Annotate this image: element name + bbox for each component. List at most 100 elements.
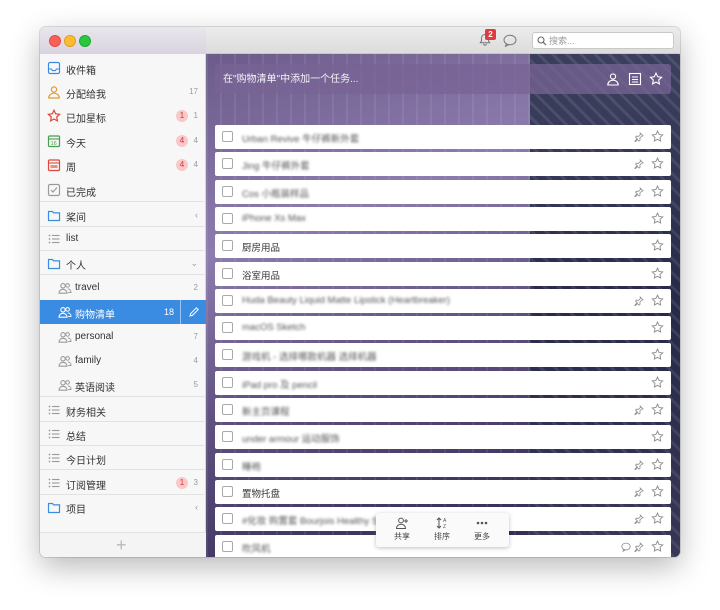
add-list-button[interactable]: +: [116, 536, 127, 554]
task-row[interactable]: 置物托盘: [215, 480, 671, 504]
sidebar-item[interactable]: 购物清单 18: [40, 300, 206, 324]
task-checkbox[interactable]: [222, 377, 233, 388]
share-button[interactable]: 共享: [382, 516, 422, 546]
task-row[interactable]: macOS Sketch: [215, 316, 671, 340]
star-toggle[interactable]: [651, 403, 664, 419]
star-filter-icon[interactable]: [649, 72, 663, 86]
task-title[interactable]: 睡袍: [242, 459, 261, 473]
share-person-icon[interactable]: [606, 72, 620, 86]
task-row[interactable]: 厨房用品: [215, 234, 671, 258]
sidebar-item[interactable]: 已完成: [40, 178, 206, 202]
task-checkbox[interactable]: [222, 349, 233, 360]
chat-bubble-icon[interactable]: [503, 34, 517, 47]
search-box[interactable]: [532, 32, 674, 49]
task-title[interactable]: 吹风机: [242, 541, 271, 555]
task-title[interactable]: under armour 运动服饰: [242, 431, 340, 445]
task-checkbox[interactable]: [222, 486, 233, 497]
star-toggle[interactable]: [651, 130, 664, 146]
task-title[interactable]: 新主页课程: [242, 404, 290, 418]
task-checkbox[interactable]: [222, 295, 233, 306]
star-toggle[interactable]: [651, 321, 664, 337]
star-toggle[interactable]: [651, 512, 664, 528]
star-toggle[interactable]: [651, 267, 664, 283]
task-row[interactable]: iPad pro 及 pencil: [215, 371, 671, 395]
task-row[interactable]: Huda Beauty Liquid Matte Lipstick (Heart…: [215, 289, 671, 313]
task-checkbox[interactable]: [222, 268, 233, 279]
task-checkbox[interactable]: [222, 541, 233, 552]
task-checkbox[interactable]: [222, 431, 233, 442]
task-checkbox[interactable]: [222, 186, 233, 197]
task-row[interactable]: 浴室用品: [215, 262, 671, 286]
close-window-button[interactable]: [49, 35, 61, 47]
sidebar-item[interactable]: 财务相关: [40, 398, 206, 422]
task-title[interactable]: 置物托盘: [242, 486, 280, 500]
task-title[interactable]: macOS Sketch: [242, 322, 305, 333]
task-row[interactable]: Urban Revive 牛仔裤新外套: [215, 125, 671, 149]
star-toggle[interactable]: [651, 185, 664, 201]
sidebar-item[interactable]: 总结: [40, 422, 206, 446]
task-title[interactable]: iPhone Xs Max: [242, 213, 306, 224]
star-toggle[interactable]: [651, 294, 664, 310]
sidebar-item-label: 购物清单: [75, 310, 115, 321]
sidebar-item[interactable]: list: [40, 227, 206, 251]
task-row[interactable]: under armour 运动服饰: [215, 425, 671, 449]
task-checkbox[interactable]: [222, 513, 233, 524]
sidebar-item[interactable]: 项目 ‹: [40, 495, 206, 519]
add-task-input[interactable]: [215, 64, 585, 94]
task-checkbox[interactable]: [222, 240, 233, 251]
task-title[interactable]: 浴室用品: [242, 268, 280, 282]
more-button[interactable]: 更多: [462, 516, 502, 546]
task-title[interactable]: Cos 小瓶装样品: [242, 186, 309, 200]
task-row[interactable]: 游戏机 - 选择哪款机器 选择机器: [215, 343, 671, 367]
star-toggle[interactable]: [651, 239, 664, 255]
star-toggle[interactable]: [651, 540, 664, 556]
chevron-left-icon[interactable]: ‹: [195, 210, 198, 220]
sidebar-item[interactable]: 个人 ⌄: [40, 251, 206, 275]
sidebar-item[interactable]: 已加星标 1 1: [40, 104, 206, 128]
sidebar-item[interactable]: family 4: [40, 349, 206, 373]
task-row[interactable]: 新主页课程: [215, 398, 671, 422]
task-checkbox[interactable]: [222, 322, 233, 333]
sidebar-item[interactable]: 英语阅读 5: [40, 373, 206, 397]
task-title[interactable]: 游戏机 - 选择哪款机器 选择机器: [242, 349, 377, 363]
task-row[interactable]: iPhone Xs Max: [215, 207, 671, 231]
task-checkbox[interactable]: [222, 459, 233, 470]
sidebar-item[interactable]: travel 2: [40, 276, 206, 300]
zoom-window-button[interactable]: [79, 35, 91, 47]
sort-button[interactable]: A Z 排序: [422, 516, 462, 546]
sidebar-item[interactable]: 订阅管理 1 3: [40, 471, 206, 495]
task-checkbox[interactable]: [222, 131, 233, 142]
task-title[interactable]: iPad pro 及 pencil: [242, 377, 317, 391]
task-title[interactable]: 厨房用品: [242, 240, 280, 254]
sidebar-item[interactable]: 收件箱: [40, 56, 206, 80]
star-toggle[interactable]: [651, 430, 664, 446]
edit-list-button[interactable]: [180, 300, 206, 324]
minimize-window-button[interactable]: [64, 35, 76, 47]
task-checkbox[interactable]: [222, 158, 233, 169]
sidebar-item[interactable]: 桨间 ‹: [40, 203, 206, 227]
star-toggle[interactable]: [651, 157, 664, 173]
sidebar-item[interactable]: 周 44: [40, 153, 206, 177]
chevron-down-icon[interactable]: ⌄: [190, 258, 198, 269]
list-view-icon[interactable]: [628, 72, 642, 86]
star-toggle[interactable]: [651, 485, 664, 501]
task-checkbox[interactable]: [222, 213, 233, 224]
star-toggle[interactable]: [651, 458, 664, 474]
sidebar-item[interactable]: 分配给我 17: [40, 80, 206, 104]
task-row[interactable]: Cos 小瓶装样品: [215, 180, 671, 204]
search-input[interactable]: [549, 34, 669, 47]
sidebar-item[interactable]: personal 7: [40, 325, 206, 349]
task-row[interactable]: 睡袍: [215, 453, 671, 477]
star-toggle[interactable]: [651, 348, 664, 364]
task-title-text: 新主页课程: [242, 407, 290, 418]
star-toggle[interactable]: [651, 212, 664, 228]
sidebar-item[interactable]: 16 今天 4 4: [40, 129, 206, 153]
task-row[interactable]: Jing 牛仔裤外套: [215, 152, 671, 176]
sidebar-item[interactable]: 今日计划: [40, 446, 206, 470]
task-title[interactable]: Huda Beauty Liquid Matte Lipstick (Heart…: [242, 295, 450, 306]
task-title[interactable]: Urban Revive 牛仔裤新外套: [242, 131, 359, 145]
star-toggle[interactable]: [651, 376, 664, 392]
task-checkbox[interactable]: [222, 404, 233, 415]
task-title[interactable]: Jing 牛仔裤外套: [242, 158, 310, 172]
chevron-left-icon[interactable]: ‹: [195, 502, 198, 512]
